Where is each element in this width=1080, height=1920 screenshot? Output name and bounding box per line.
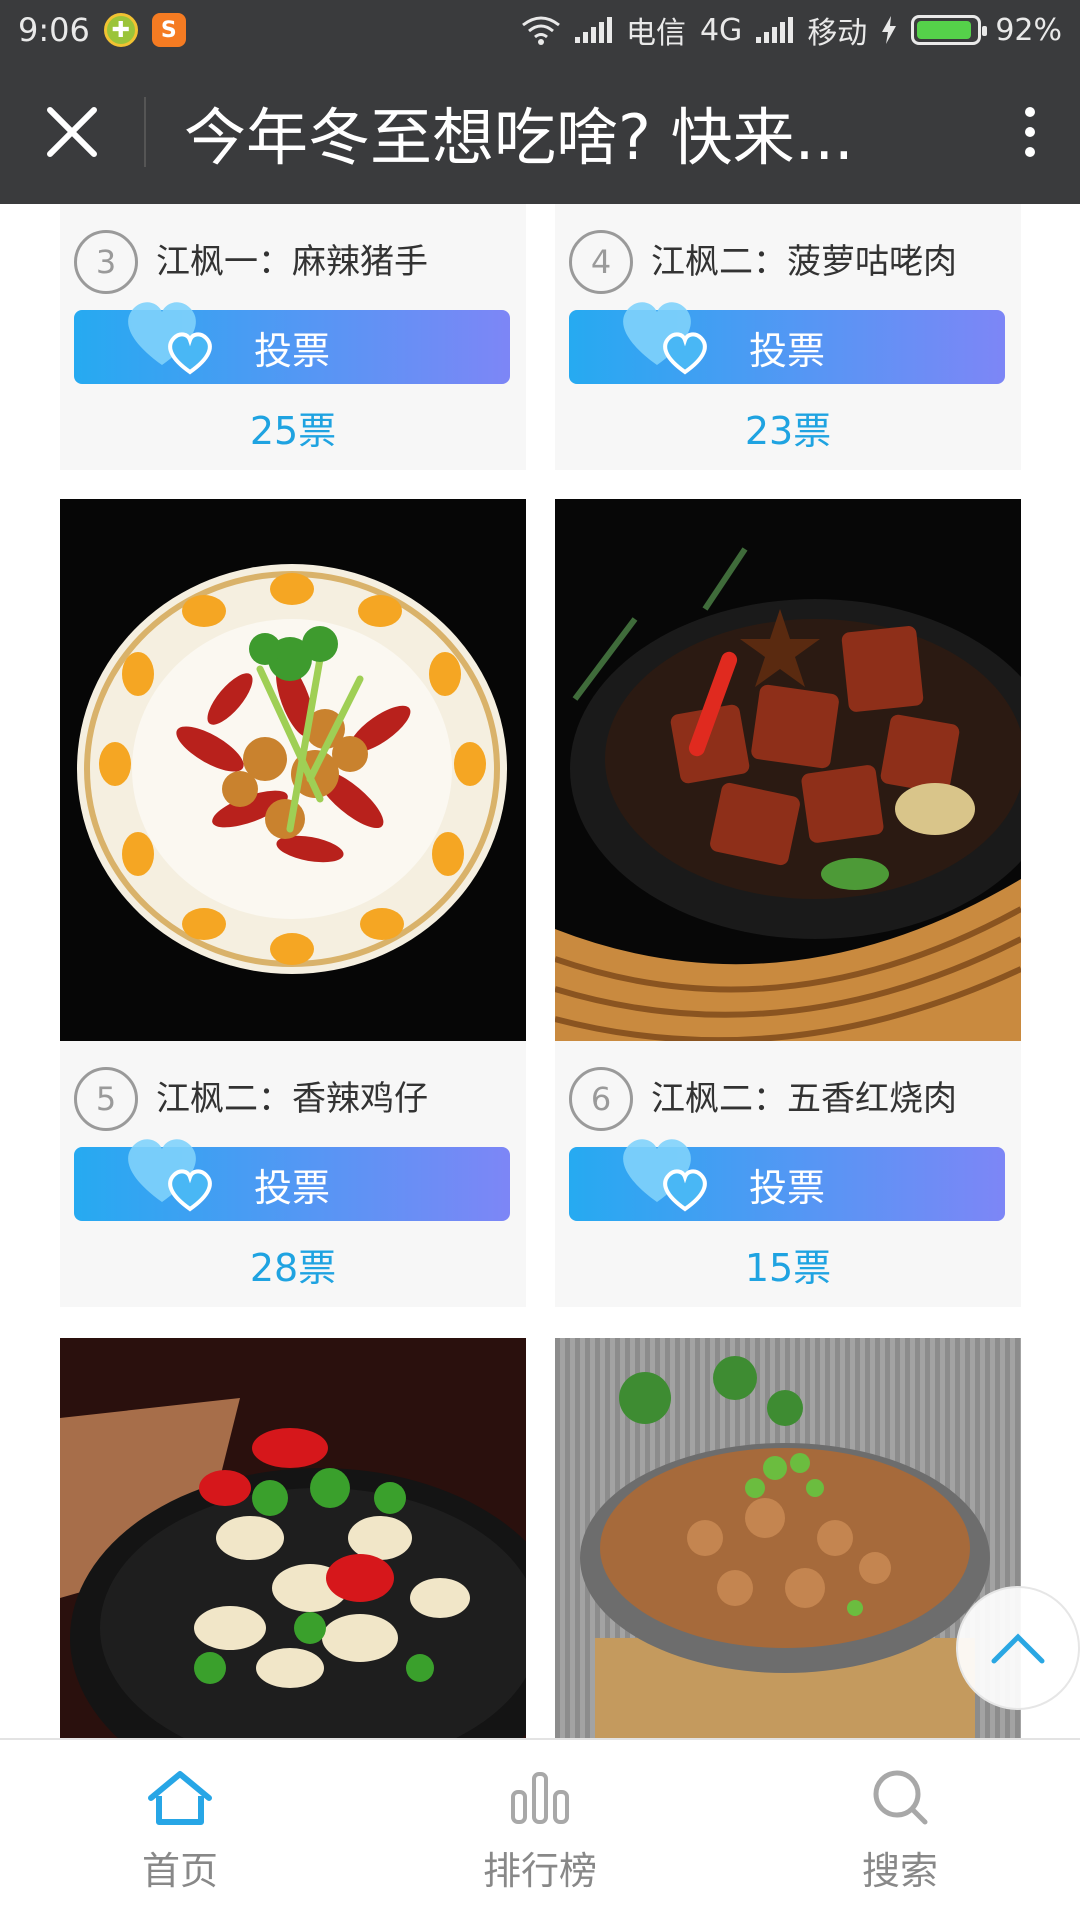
food-image-spicy-chicken[interactable]	[60, 499, 526, 1041]
braised-pork-illustration	[555, 499, 1021, 1041]
entry-card-6: 6 江枫二：五香红烧肉 投票 15票	[555, 1041, 1021, 1307]
spicy-chicken-illustration	[60, 499, 526, 1041]
page-title: 今年冬至想吃啥? 快来...	[184, 101, 854, 174]
entry-card-3: 3 江枫一：麻辣猪手 投票 25票	[60, 204, 526, 470]
signal-icon-2	[756, 17, 794, 43]
vote-count: 23票	[744, 409, 832, 453]
entry-name: 江枫一：麻辣猪手	[156, 242, 428, 282]
vote-button[interactable]: 投票	[569, 1139, 1005, 1221]
entry-number: 3	[74, 230, 138, 294]
more-dot	[1025, 147, 1035, 157]
nav-search-label: 搜索	[861, 1849, 938, 1893]
vote-button-label: 投票	[253, 1165, 330, 1210]
status-time: 9:06	[18, 11, 90, 49]
vote-list[interactable]: 3 江枫一：麻辣猪手 投票 25票 4 江枫二：菠萝咕咾肉 投票 23票 5 江…	[0, 204, 1080, 1738]
vote-count: 15票	[744, 1246, 832, 1290]
vote-button-label: 投票	[748, 1165, 825, 1210]
vote-button[interactable]: 投票	[569, 302, 1005, 384]
hearts-icon	[128, 1139, 212, 1212]
battery-icon	[911, 15, 988, 45]
search-icon	[873, 1770, 928, 1825]
home-icon	[148, 1771, 212, 1825]
battery-percent: 92%	[995, 12, 1062, 48]
sogou-icon: S	[151, 13, 186, 47]
carrier-1: 电信	[625, 16, 686, 51]
vote-button-label: 投票	[253, 328, 330, 373]
nav-ranking-label: 排行榜	[482, 1849, 597, 1893]
hearts-icon	[623, 1139, 707, 1212]
more-options-button[interactable]	[980, 60, 1080, 204]
vote-count: 25票	[249, 409, 337, 453]
entry-card-4: 4 江枫二：菠萝咕咾肉 投票 23票	[555, 204, 1021, 470]
food-image-steamed-rice[interactable]	[555, 1338, 1021, 1738]
chevron-up-icon	[991, 1633, 1045, 1664]
food-image-braised-pork[interactable]	[555, 499, 1021, 1041]
nav-ranking[interactable]: 排行榜	[360, 1740, 720, 1920]
food-image-pepper-dish[interactable]	[60, 1338, 526, 1738]
entry-name: 江枫二：香辣鸡仔	[156, 1079, 428, 1119]
entry-number: 6	[569, 1067, 633, 1131]
entry-card-5: 5 江枫二：香辣鸡仔 投票 28票	[60, 1041, 526, 1307]
bar-chart-icon	[511, 1772, 569, 1824]
title-bar: 今年冬至想吃啥? 快来...	[0, 60, 1080, 204]
charging-icon	[882, 16, 897, 44]
vote-button-label: 投票	[748, 328, 825, 373]
close-button[interactable]	[0, 60, 144, 204]
bottom-nav: 首页 排行榜 搜索	[0, 1738, 1080, 1920]
hearts-icon	[623, 302, 707, 375]
wifi-icon	[522, 16, 560, 45]
vote-count: 28票	[249, 1246, 337, 1290]
entry-number: 4	[569, 230, 633, 294]
nav-home-label: 首页	[141, 1849, 218, 1893]
more-dot	[1025, 127, 1035, 137]
entry-name: 江枫二：五香红烧肉	[651, 1079, 957, 1119]
close-icon	[47, 107, 97, 157]
nav-search[interactable]: 搜索	[720, 1740, 1080, 1920]
entry-name: 江枫二：菠萝咕咾肉	[651, 242, 957, 282]
network-type: 4G	[699, 12, 743, 48]
more-dot	[1025, 107, 1035, 117]
steamed-rice-illustration	[555, 1338, 1021, 1738]
app-notification-icon: ✚	[103, 13, 138, 47]
nav-home[interactable]: 首页	[0, 1740, 360, 1920]
vote-button[interactable]: 投票	[74, 1139, 510, 1221]
hearts-icon	[128, 302, 212, 375]
vote-button[interactable]: 投票	[74, 302, 510, 384]
carrier-2: 移动	[807, 16, 868, 51]
status-bar: 9:06 ✚ S 电信 4G 移动 92%	[0, 0, 1080, 60]
signal-icon	[574, 17, 612, 43]
pepper-dish-illustration	[60, 1338, 526, 1738]
entry-number: 5	[74, 1067, 138, 1131]
scroll-to-top-button[interactable]	[956, 1586, 1080, 1710]
